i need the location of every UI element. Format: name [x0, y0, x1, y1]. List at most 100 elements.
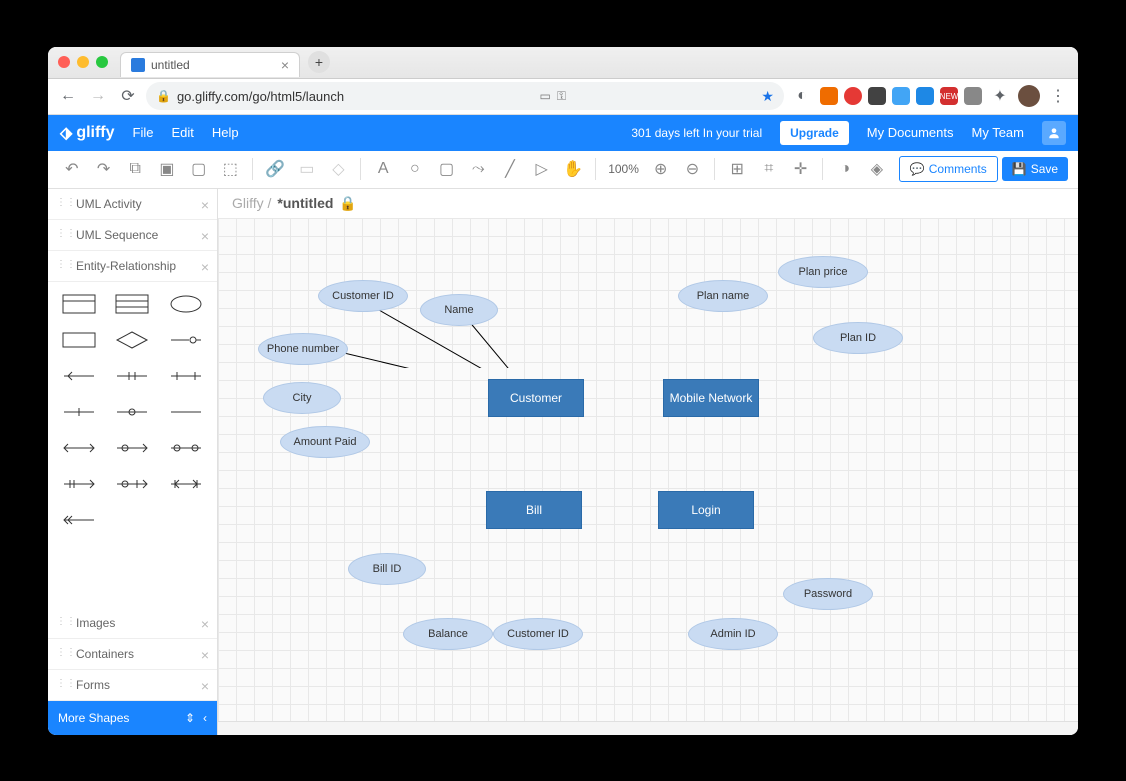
- attr-city[interactable]: City: [263, 382, 341, 414]
- grid-icon[interactable]: ⊞: [723, 155, 751, 183]
- menu-edit[interactable]: Edit: [171, 125, 193, 140]
- close-icon[interactable]: ×: [201, 647, 209, 663]
- close-icon[interactable]: ×: [201, 197, 209, 213]
- sidebar-section-containers[interactable]: ⋮⋮Containers×: [48, 639, 217, 670]
- upgrade-button[interactable]: Upgrade: [780, 121, 849, 145]
- save-button[interactable]: 💾 Save: [1002, 157, 1068, 181]
- menu-help[interactable]: Help: [212, 125, 239, 140]
- entity-login[interactable]: Login: [658, 491, 754, 529]
- ungroup-icon[interactable]: ▢: [185, 155, 213, 183]
- note-icon[interactable]: ▭: [293, 155, 321, 183]
- forward-button[interactable]: →: [86, 84, 110, 108]
- shape-line-9[interactable]: [112, 436, 154, 460]
- ext-icon-6[interactable]: [964, 87, 982, 105]
- entity-customer[interactable]: Customer: [488, 379, 584, 417]
- layers-icon[interactable]: ◈: [863, 155, 891, 183]
- ext-icon-4[interactable]: [892, 87, 910, 105]
- reader-icon[interactable]: ▭: [540, 89, 551, 103]
- close-icon[interactable]: ×: [201, 228, 209, 244]
- close-icon[interactable]: ×: [201, 678, 209, 694]
- shape-line-3[interactable]: [112, 364, 154, 388]
- popup-icon[interactable]: ◇: [325, 155, 353, 183]
- browser-menu-icon[interactable]: ⋮: [1046, 86, 1070, 106]
- shape-line-8[interactable]: [58, 436, 100, 460]
- shape-rect[interactable]: [58, 292, 100, 316]
- reload-button[interactable]: ⟳: [116, 84, 140, 108]
- pan-tool-icon[interactable]: ✋: [560, 155, 588, 183]
- crosshair-icon[interactable]: ✛: [787, 155, 815, 183]
- shape-line-2[interactable]: [58, 364, 100, 388]
- text-tool-icon[interactable]: A: [369, 155, 397, 183]
- shape-line-5[interactable]: [58, 400, 100, 424]
- app-logo[interactable]: ⬗ gliffy: [60, 123, 115, 143]
- profile-avatar[interactable]: [1018, 85, 1040, 107]
- extensions-puzzle-icon[interactable]: ✦: [988, 84, 1012, 108]
- attr-admin-id[interactable]: Admin ID: [688, 618, 778, 650]
- close-icon[interactable]: ×: [201, 616, 209, 632]
- shape-line-10[interactable]: [165, 436, 207, 460]
- more-shapes-button[interactable]: More Shapes ⇕ ‹: [48, 701, 217, 735]
- theme-icon[interactable]: ◑: [831, 155, 859, 183]
- ext-icon-5[interactable]: [916, 87, 934, 105]
- shape-diamond[interactable]: [112, 328, 154, 352]
- link-icon[interactable]: 🔗: [261, 155, 289, 183]
- document-title[interactable]: *untitled: [277, 195, 333, 211]
- entity-bill[interactable]: Bill: [486, 491, 582, 529]
- horizontal-scrollbar[interactable]: [218, 721, 1078, 735]
- browser-tab[interactable]: untitled ×: [120, 52, 300, 77]
- bookmark-star-icon[interactable]: ★: [761, 88, 774, 105]
- canvas[interactable]: Customer Mobile Network Bill Login Custo…: [218, 218, 1078, 721]
- attr-customer-id[interactable]: Customer ID: [318, 280, 408, 312]
- shape-line-7[interactable]: [165, 400, 207, 424]
- attr-plan-id[interactable]: Plan ID: [813, 322, 903, 354]
- key-icon[interactable]: ⚿: [557, 89, 566, 104]
- back-button[interactable]: ←: [56, 84, 80, 108]
- sidebar-section-forms[interactable]: ⋮⋮Forms×: [48, 670, 217, 701]
- grid2-icon[interactable]: ⌗: [755, 155, 783, 183]
- my-team-link[interactable]: My Team: [972, 125, 1025, 140]
- shape-line-4[interactable]: [165, 364, 207, 388]
- close-window[interactable]: [58, 56, 70, 68]
- entity-mobile-network[interactable]: Mobile Network: [663, 379, 759, 417]
- group-icon[interactable]: ▣: [153, 155, 181, 183]
- lock-icon[interactable]: 🔒: [339, 195, 356, 212]
- zoom-out-icon[interactable]: ⊖: [679, 155, 707, 183]
- undo-icon[interactable]: ↶: [58, 155, 86, 183]
- sidebar-section-images[interactable]: ⋮⋮Images×: [48, 608, 217, 639]
- attr-name[interactable]: Name: [420, 294, 498, 326]
- attr-phone[interactable]: Phone number: [258, 333, 348, 365]
- close-tab-icon[interactable]: ×: [281, 57, 289, 73]
- close-icon[interactable]: ×: [201, 259, 209, 275]
- attr-customer-id-2[interactable]: Customer ID: [493, 618, 583, 650]
- sidebar-section-uml-activity[interactable]: ⋮⋮UML Activity×: [48, 189, 217, 220]
- zoom-level[interactable]: 100%: [604, 162, 643, 176]
- ext-icon-new[interactable]: NEW: [940, 87, 958, 105]
- comments-button[interactable]: 💬 Comments: [899, 156, 998, 182]
- connector-tool-icon[interactable]: ⤳: [464, 155, 492, 183]
- my-documents-link[interactable]: My Documents: [867, 125, 954, 140]
- attr-plan-name[interactable]: Plan name: [678, 280, 768, 312]
- shape-line-6[interactable]: [112, 400, 154, 424]
- front-icon[interactable]: ⬚: [217, 155, 245, 183]
- attr-bill-id[interactable]: Bill ID: [348, 553, 426, 585]
- shape-table[interactable]: [112, 292, 154, 316]
- menu-file[interactable]: File: [133, 125, 154, 140]
- shape-line-13[interactable]: [165, 472, 207, 496]
- shape-connector-1[interactable]: [165, 328, 207, 352]
- copy-icon[interactable]: ⧉: [121, 155, 149, 183]
- shape-line-12[interactable]: [112, 472, 154, 496]
- shape-line-11[interactable]: [58, 472, 100, 496]
- attr-balance[interactable]: Balance: [403, 618, 493, 650]
- minimize-window[interactable]: [77, 56, 89, 68]
- redo-icon[interactable]: ↷: [90, 155, 118, 183]
- maximize-window[interactable]: [96, 56, 108, 68]
- attr-password[interactable]: Password: [783, 578, 873, 610]
- sidebar-section-uml-sequence[interactable]: ⋮⋮UML Sequence×: [48, 220, 217, 251]
- ext-icon-2[interactable]: [844, 87, 862, 105]
- moon-icon[interactable]: ◐: [790, 84, 814, 108]
- shape-box[interactable]: [58, 328, 100, 352]
- sidebar-section-er[interactable]: ⋮⋮Entity-Relationship×: [48, 251, 217, 282]
- pointer-tool-icon[interactable]: ▷: [528, 155, 556, 183]
- shape-ellipse[interactable]: [165, 292, 207, 316]
- zoom-in-icon[interactable]: ⊕: [647, 155, 675, 183]
